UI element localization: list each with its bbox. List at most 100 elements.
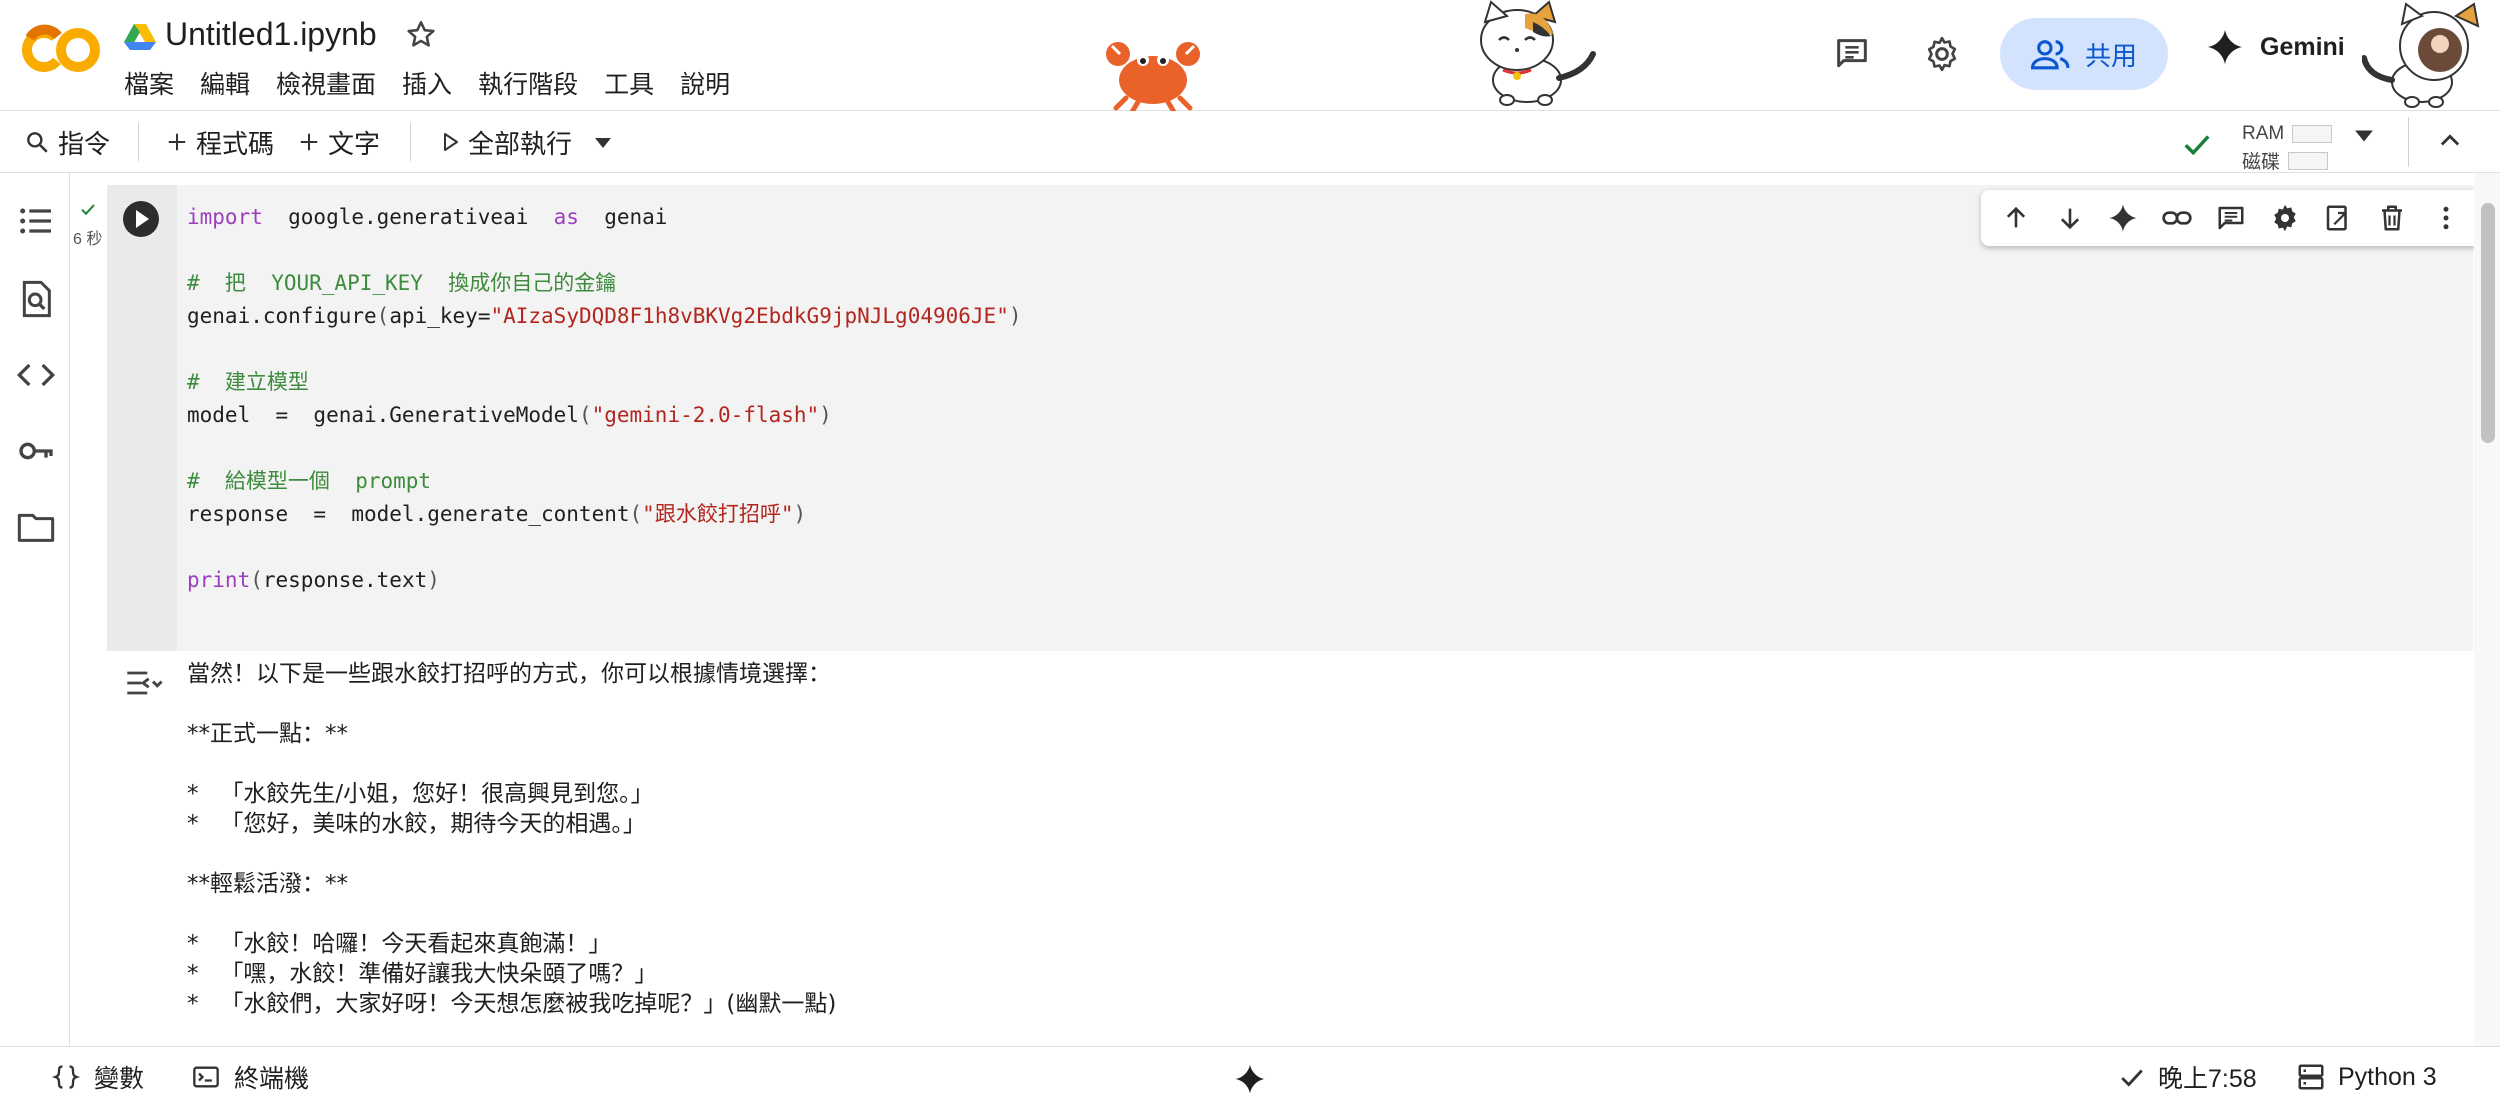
run-cell-button[interactable] (121, 199, 161, 239)
user-avatar[interactable] (2361, 0, 2500, 108)
code-line: model = genai.GenerativeModel("gemini-2.… (187, 403, 832, 427)
output-line: * 「您好，美味的水餃，期待今天的相遇。」 (187, 811, 646, 837)
cat-mascot-image (1455, 0, 1600, 108)
folder-icon[interactable] (16, 507, 56, 547)
cell-output: 當然！以下是一些跟水餃打招呼的方式，你可以根據情境選擇： **正式一點：** *… (107, 651, 2473, 1046)
server-icon (2296, 1062, 2326, 1092)
execution-status[interactable]: 晚上7:58 (2118, 1059, 2257, 1095)
add-text-label: 文字 (328, 128, 381, 159)
play-icon (442, 132, 460, 152)
menu-edit[interactable]: 編輯 (187, 68, 263, 102)
gemini-icon (2206, 28, 2244, 66)
check-icon (2118, 1064, 2146, 1090)
gemini-icon[interactable] (2106, 201, 2140, 235)
code-line: # 建立模型 (187, 370, 309, 394)
chevron-down-icon[interactable] (594, 137, 612, 149)
disk-bar (2288, 151, 2329, 170)
code-line: # 把 YOUR_API_KEY 換成你自己的金鑰 (187, 271, 617, 295)
cell-toolbar (1981, 190, 2481, 246)
resource-monitor[interactable]: RAM 磁碟 (2180, 119, 2380, 173)
scrollbar-thumb[interactable] (2481, 203, 2495, 443)
disk-label: 磁碟 (2242, 152, 2281, 173)
ram-meter: RAM (2242, 123, 2333, 145)
variables-label: 變數 (94, 1065, 145, 1093)
notebook-main: 6 秒 import google.generativeai as genai … (71, 173, 2500, 1046)
more-vert-icon[interactable] (2429, 201, 2463, 235)
toolbar-divider (410, 123, 411, 161)
comment-icon[interactable] (2214, 201, 2248, 235)
menu-file[interactable]: 檔案 (124, 68, 187, 102)
output-text: 當然！以下是一些跟水餃打招呼的方式，你可以根據情境選擇： **正式一點：** *… (187, 659, 836, 1019)
chevron-up-icon[interactable] (2436, 127, 2464, 155)
code-line: genai.configure(api_key="AIzaSyDQD8F1h8v… (187, 304, 1022, 328)
code-line: import google.generativeai as genai (187, 205, 668, 229)
code-line: print(response.text) (187, 568, 440, 592)
gemini-icon[interactable] (1234, 1063, 1266, 1095)
commands-label: 指令 (58, 128, 111, 159)
colab-logo[interactable] (22, 22, 102, 78)
crab-mascot-image (1098, 28, 1208, 115)
header: Untitled1.ipynb 檔案 編輯 檢視畫面 插入 執行階段 工具 說明 (0, 0, 2500, 115)
status-bar: 變數 終端機 晚上7:58 Python 3 (0, 1046, 2500, 1105)
execution-time-label: 晚上7:58 (2158, 1065, 2257, 1093)
chevron-down-icon[interactable] (2354, 129, 2374, 143)
key-icon[interactable] (16, 431, 56, 471)
code-token: import (187, 205, 263, 229)
menu-tools[interactable]: 工具 (591, 68, 667, 102)
execution-time: 6 秒 (73, 231, 103, 248)
check-icon (79, 201, 97, 217)
add-code-button[interactable]: 程式碼 (166, 123, 274, 161)
mirror-icon[interactable] (2321, 201, 2355, 235)
trash-icon[interactable] (2375, 201, 2409, 235)
menu-view[interactable]: 檢視畫面 (263, 68, 389, 102)
menu-runtime[interactable]: 執行階段 (465, 68, 591, 102)
variables-button[interactable]: 變數 (50, 1059, 144, 1095)
notebook-title[interactable]: Untitled1.ipynb (165, 16, 377, 53)
toolbar-divider (138, 123, 139, 161)
add-code-label: 程式碼 (196, 128, 275, 159)
output-line: * 「水餃！哈囉！今天看起來真飽滿！」 (187, 931, 612, 957)
plus-icon (166, 131, 188, 153)
disk-meter: 磁碟 (2242, 147, 2329, 174)
arrow-up-icon[interactable] (1999, 201, 2033, 235)
output-line: **正式一點：** (187, 721, 348, 747)
terminal-button[interactable]: 終端機 (190, 1059, 309, 1095)
code-cell[interactable]: import google.generativeai as genai # 把 … (107, 185, 2481, 651)
gear-icon[interactable] (2268, 201, 2302, 235)
link-icon[interactable] (2160, 201, 2194, 235)
find-icon[interactable] (16, 279, 56, 319)
code-icon[interactable] (16, 355, 56, 395)
code-line: # 給模型一個 prompt (187, 469, 432, 493)
drive-icon[interactable] (124, 22, 156, 52)
commands-button[interactable]: 指令 (24, 123, 110, 161)
comments-icon[interactable] (1832, 34, 1872, 74)
menu-insert[interactable]: 插入 (389, 68, 465, 102)
toc-icon[interactable] (16, 201, 56, 241)
code-editor[interactable]: import google.generativeai as genai # 把 … (187, 201, 1022, 597)
arrow-down-icon[interactable] (2053, 201, 2087, 235)
runtime-label: Python 3 (2338, 1062, 2437, 1091)
run-all-button[interactable]: 全部執行 (442, 123, 572, 161)
add-text-button[interactable]: 文字 (298, 123, 380, 161)
menu-help[interactable]: 說明 (667, 68, 743, 102)
people-icon (2030, 37, 2071, 71)
terminal-icon (190, 1063, 222, 1091)
ram-label: RAM (2242, 123, 2285, 144)
share-button[interactable]: 共用 (2000, 18, 2168, 90)
scrollbar[interactable] (2474, 173, 2500, 1046)
star-icon[interactable] (404, 18, 438, 52)
menu-bar: 檔案 編輯 檢視畫面 插入 執行階段 工具 說明 (124, 68, 743, 102)
gemini-button[interactable]: Gemini (2206, 28, 2345, 66)
output-icon[interactable] (123, 665, 163, 701)
runtime-button[interactable]: Python 3 (2296, 1059, 2437, 1095)
settings-icon[interactable] (1922, 34, 1962, 74)
output-line: **輕鬆活潑：** (187, 871, 348, 897)
